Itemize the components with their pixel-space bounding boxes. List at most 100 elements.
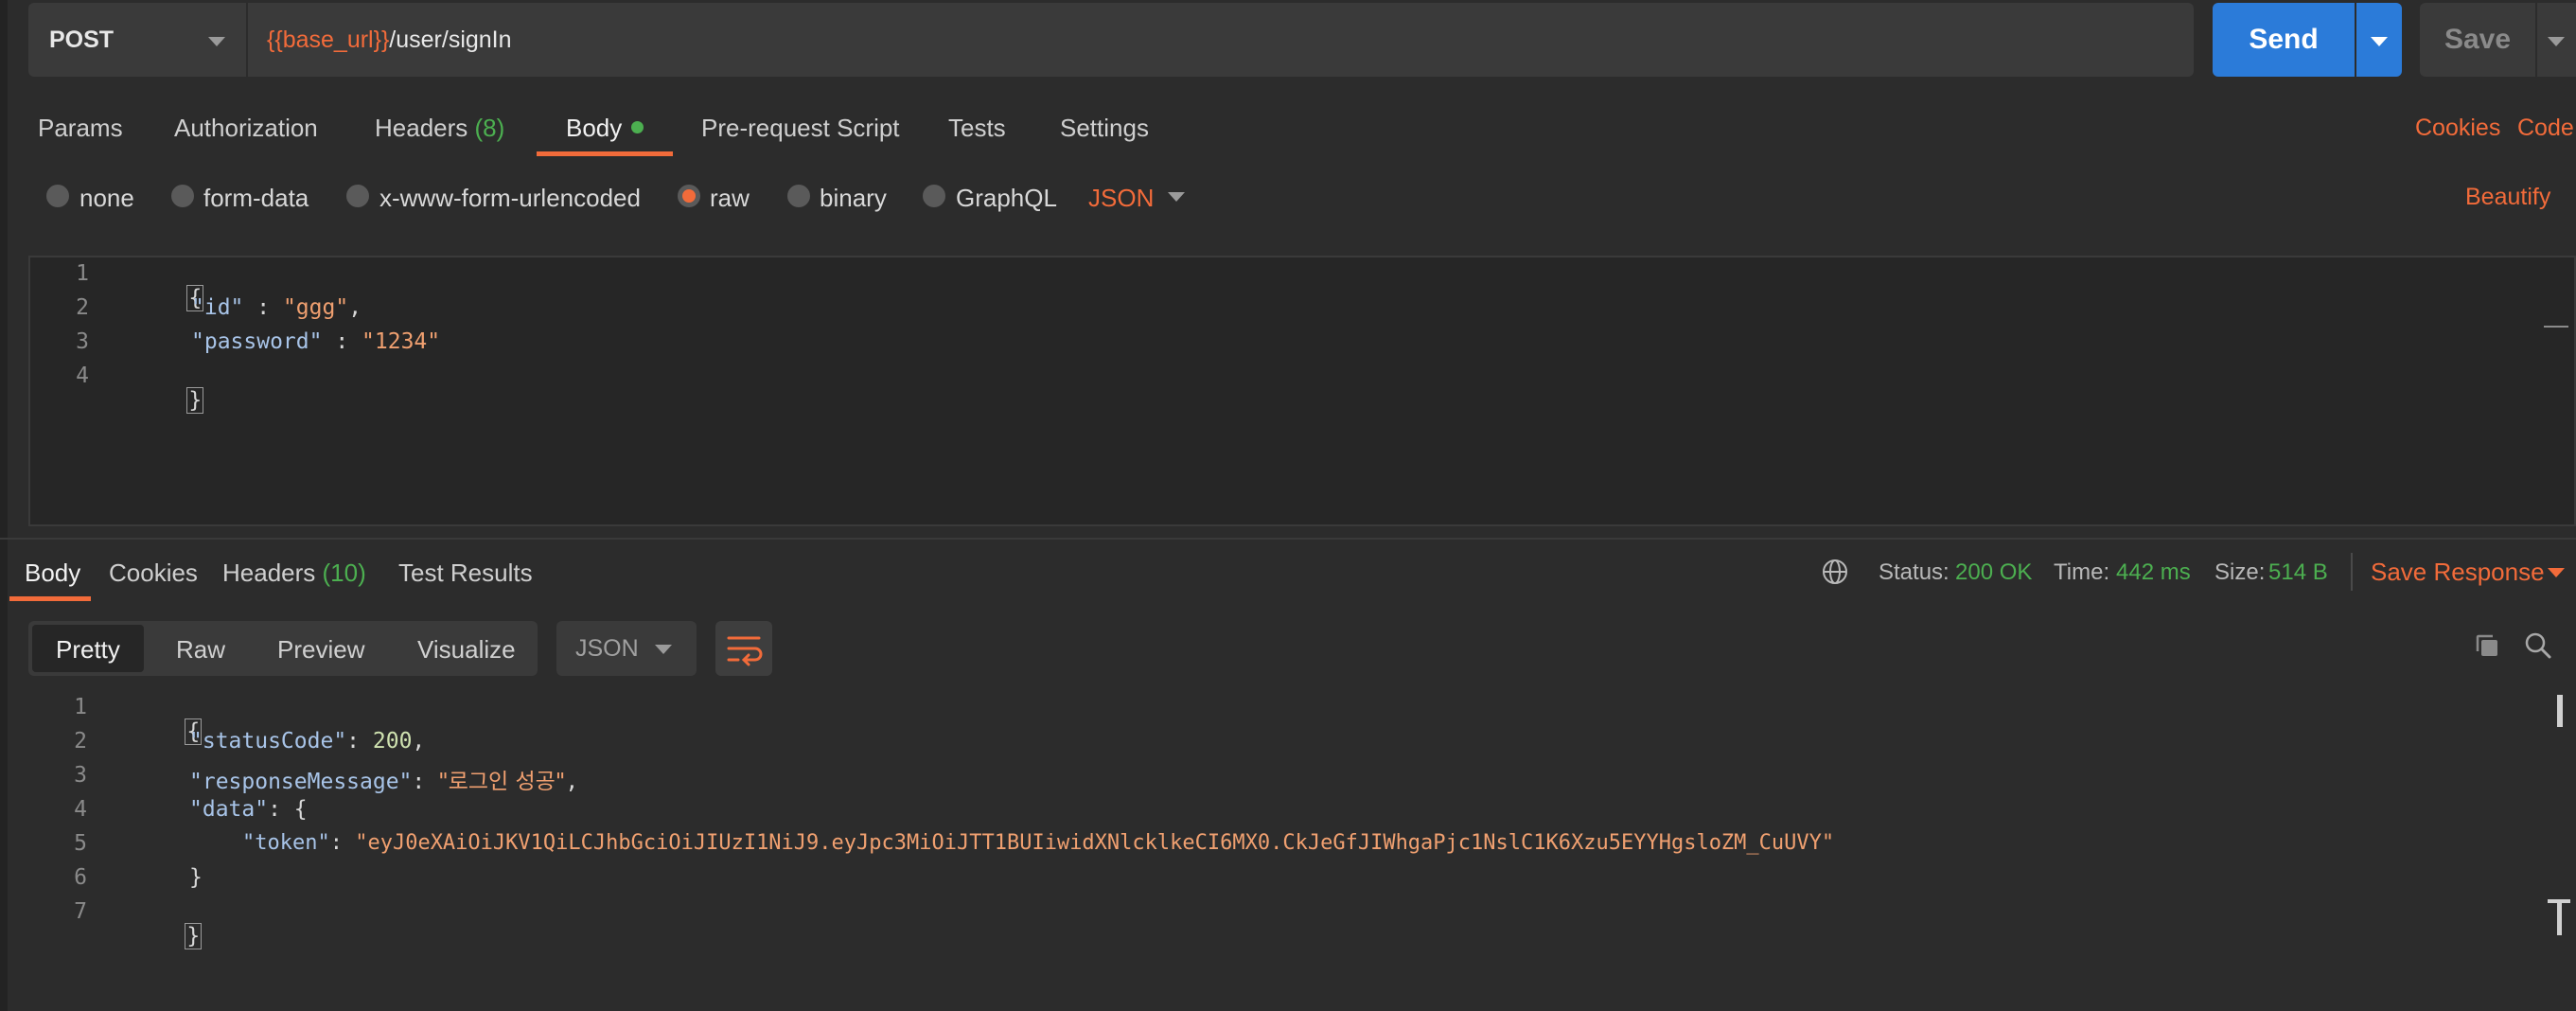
radio-binary-label: binary (820, 184, 887, 212)
response-format-select[interactable]: JSON (556, 621, 697, 676)
url-variable: {{base_url}} (267, 26, 390, 53)
close-brace: } (186, 387, 204, 414)
line-number: 1 (76, 261, 89, 286)
left-edge-strip (0, 0, 8, 1011)
line-number: 4 (74, 797, 87, 822)
line-number: 4 (76, 364, 89, 388)
json-string: "ggg" (282, 295, 349, 320)
response-tab-test-results[interactable]: Test Results (398, 559, 533, 588)
wrap-lines-button[interactable] (715, 621, 772, 676)
radio-raw-label: raw (710, 184, 750, 212)
status-value[interactable]: 200 OK (1955, 559, 2032, 586)
line-number: 5 (74, 831, 87, 856)
save-button[interactable]: Save (2420, 3, 2535, 77)
tab-authorization[interactable]: Authorization (174, 114, 318, 143)
request-body-editor[interactable]: 1 2 3 4 { "id" : "ggg", "password" : "12… (28, 256, 2576, 526)
close-brace: } (185, 923, 203, 949)
response-tab-headers-count: (10) (322, 559, 366, 587)
time-value[interactable]: 442 ms (2116, 559, 2191, 586)
json-string: "로그인 성공" (438, 770, 566, 794)
size-value[interactable]: 514 B (2268, 559, 2328, 586)
tab-headers-count: (8) (474, 114, 505, 142)
chevron-down-icon (655, 645, 672, 654)
radio-graphql[interactable] (923, 185, 945, 207)
tab-tests[interactable]: Tests (948, 114, 1006, 143)
line-number: 2 (74, 729, 87, 754)
copy-icon[interactable] (2473, 631, 2501, 660)
wrap-icon (727, 636, 763, 666)
radio-none[interactable] (46, 185, 69, 207)
response-format-label: JSON (575, 634, 639, 662)
response-tab-headers-label: Headers (222, 559, 316, 587)
time-label: Time: (2054, 559, 2110, 585)
search-icon[interactable] (2524, 631, 2552, 660)
radio-form-data[interactable] (171, 185, 194, 207)
code-line: } (134, 364, 204, 437)
radio-raw[interactable] (678, 185, 700, 207)
chevron-down-icon (2371, 37, 2388, 46)
json-key: "data" (189, 797, 269, 822)
cookies-link[interactable]: Cookies (2415, 115, 2500, 142)
response-tab-headers[interactable]: Headers (10) (222, 559, 366, 588)
line-number: 7 (74, 899, 87, 924)
raw-format-select[interactable]: JSON (1088, 184, 1154, 213)
radio-urlencoded[interactable] (346, 185, 369, 207)
code-line: "password" : "1234" (191, 329, 441, 354)
inner-close-brace: } (189, 865, 203, 890)
line-number: 1 (74, 695, 87, 719)
json-key: "password" (191, 329, 323, 354)
url-input[interactable]: {{base_url}}/user/signIn (248, 3, 2194, 77)
code-line: "responseMessage": "로그인 성공", (189, 770, 579, 794)
view-raw[interactable]: Raw (176, 635, 225, 665)
text-cursor-stem (2557, 899, 2562, 935)
response-tab-body[interactable]: Body (25, 559, 80, 588)
response-body-viewer[interactable]: 1 2 3 4 5 6 7 { "statusCode": 200, "resp… (28, 691, 2576, 1011)
response-divider (0, 538, 2576, 540)
method-select[interactable]: POST (28, 3, 246, 77)
chevron-down-icon[interactable] (1168, 192, 1185, 202)
tab-pre-request-script[interactable]: Pre-request Script (701, 114, 900, 143)
json-key: "responseMessage" (189, 770, 413, 794)
code-line: } (132, 899, 203, 973)
radio-graphql-label: GraphQL (956, 184, 1057, 212)
tab-params[interactable]: Params (38, 114, 123, 143)
scroll-marker[interactable] (2544, 326, 2568, 328)
size-label: Size: (2214, 559, 2266, 585)
save-options-button[interactable] (2537, 3, 2576, 77)
globe-icon[interactable] (1821, 558, 1849, 586)
json-string: "1234" (362, 329, 441, 354)
response-tab-cookies[interactable]: Cookies (109, 559, 198, 588)
send-options-button[interactable] (2356, 3, 2402, 77)
view-preview[interactable]: Preview (277, 635, 364, 665)
tab-settings[interactable]: Settings (1060, 114, 1149, 143)
chevron-down-icon (208, 37, 225, 46)
view-visualize[interactable]: Visualize (417, 635, 516, 665)
method-label: POST (49, 26, 115, 53)
scrollbar-thumb[interactable] (2557, 695, 2563, 727)
url-path: /user/signIn (389, 26, 512, 53)
tab-headers[interactable]: Headers (8) (375, 114, 504, 143)
code-link[interactable]: Code (2517, 115, 2574, 142)
chevron-down-icon[interactable] (2548, 568, 2565, 577)
status-label: Status: (1879, 559, 1950, 585)
json-string: "eyJ0eXAiOiJKV1QiLCJhbGciOiJIUzI1NiJ9.ey… (355, 831, 1835, 855)
beautify-link[interactable]: Beautify (2465, 184, 2550, 211)
radio-form-data-label: form-data (203, 184, 309, 212)
tab-body[interactable]: Body (566, 114, 644, 143)
meta-divider (2351, 553, 2353, 591)
radio-binary[interactable] (787, 185, 810, 207)
code-line: "data": { (189, 797, 308, 822)
chevron-down-icon (2548, 37, 2565, 46)
tab-headers-label: Headers (375, 114, 468, 142)
radio-urlencoded-label: x-www-form-urlencoded (379, 184, 641, 212)
line-number: 2 (76, 295, 89, 320)
json-number: 200 (372, 729, 413, 754)
code-line: "id" : "ggg", (191, 295, 362, 320)
code-line: "token": "eyJ0eXAiOiJKV1QiLCJhbGciOiJIUz… (242, 831, 1835, 855)
view-pretty[interactable]: Pretty (56, 635, 120, 665)
json-key: "id" (191, 295, 244, 320)
save-response-button[interactable]: Save Response (2371, 558, 2545, 587)
send-button[interactable]: Send (2213, 3, 2355, 77)
radio-none-label: none (79, 184, 134, 212)
line-number: 3 (74, 763, 87, 788)
